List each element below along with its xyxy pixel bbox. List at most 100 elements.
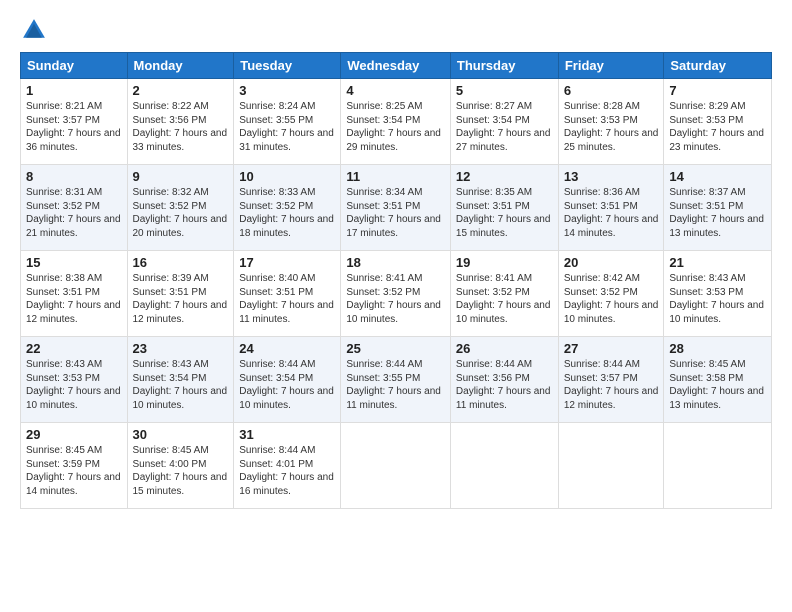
col-header-thursday: Thursday	[450, 53, 558, 79]
cell-info: Sunrise: 8:22 AMSunset: 3:56 PMDaylight:…	[133, 101, 228, 153]
calendar-cell: 9 Sunrise: 8:32 AMSunset: 3:52 PMDayligh…	[127, 165, 234, 251]
col-header-sunday: Sunday	[21, 53, 128, 79]
day-number: 23	[133, 341, 229, 356]
calendar-cell: 13 Sunrise: 8:36 AMSunset: 3:51 PMDaylig…	[558, 165, 664, 251]
cell-info: Sunrise: 8:31 AMSunset: 3:52 PMDaylight:…	[26, 187, 121, 239]
col-header-tuesday: Tuesday	[234, 53, 341, 79]
header-row: SundayMondayTuesdayWednesdayThursdayFrid…	[21, 53, 772, 79]
calendar-cell: 25 Sunrise: 8:44 AMSunset: 3:55 PMDaylig…	[341, 337, 451, 423]
cell-info: Sunrise: 8:38 AMSunset: 3:51 PMDaylight:…	[26, 273, 121, 325]
day-number: 14	[669, 169, 766, 184]
cell-info: Sunrise: 8:43 AMSunset: 3:54 PMDaylight:…	[133, 359, 228, 411]
day-number: 6	[564, 83, 659, 98]
week-row-5: 29 Sunrise: 8:45 AMSunset: 3:59 PMDaylig…	[21, 423, 772, 509]
calendar-cell: 11 Sunrise: 8:34 AMSunset: 3:51 PMDaylig…	[341, 165, 451, 251]
day-number: 18	[346, 255, 445, 270]
day-number: 20	[564, 255, 659, 270]
calendar-cell: 27 Sunrise: 8:44 AMSunset: 3:57 PMDaylig…	[558, 337, 664, 423]
cell-info: Sunrise: 8:41 AMSunset: 3:52 PMDaylight:…	[346, 273, 441, 325]
logo	[20, 16, 52, 44]
col-header-saturday: Saturday	[664, 53, 772, 79]
day-number: 7	[669, 83, 766, 98]
day-number: 29	[26, 427, 122, 442]
calendar-cell: 31 Sunrise: 8:44 AMSunset: 4:01 PMDaylig…	[234, 423, 341, 509]
day-number: 1	[26, 83, 122, 98]
calendar-cell	[450, 423, 558, 509]
calendar-cell: 6 Sunrise: 8:28 AMSunset: 3:53 PMDayligh…	[558, 79, 664, 165]
cell-info: Sunrise: 8:43 AMSunset: 3:53 PMDaylight:…	[26, 359, 121, 411]
cell-info: Sunrise: 8:21 AMSunset: 3:57 PMDaylight:…	[26, 101, 121, 153]
calendar-cell: 2 Sunrise: 8:22 AMSunset: 3:56 PMDayligh…	[127, 79, 234, 165]
col-header-wednesday: Wednesday	[341, 53, 451, 79]
calendar: SundayMondayTuesdayWednesdayThursdayFrid…	[20, 52, 772, 509]
calendar-cell: 4 Sunrise: 8:25 AMSunset: 3:54 PMDayligh…	[341, 79, 451, 165]
day-number: 27	[564, 341, 659, 356]
calendar-cell: 20 Sunrise: 8:42 AMSunset: 3:52 PMDaylig…	[558, 251, 664, 337]
calendar-cell	[664, 423, 772, 509]
calendar-cell: 14 Sunrise: 8:37 AMSunset: 3:51 PMDaylig…	[664, 165, 772, 251]
day-number: 16	[133, 255, 229, 270]
cell-info: Sunrise: 8:25 AMSunset: 3:54 PMDaylight:…	[346, 101, 441, 153]
day-number: 5	[456, 83, 553, 98]
calendar-cell: 1 Sunrise: 8:21 AMSunset: 3:57 PMDayligh…	[21, 79, 128, 165]
week-row-2: 8 Sunrise: 8:31 AMSunset: 3:52 PMDayligh…	[21, 165, 772, 251]
cell-info: Sunrise: 8:45 AMSunset: 3:59 PMDaylight:…	[26, 445, 121, 497]
cell-info: Sunrise: 8:33 AMSunset: 3:52 PMDaylight:…	[239, 187, 334, 239]
calendar-cell: 5 Sunrise: 8:27 AMSunset: 3:54 PMDayligh…	[450, 79, 558, 165]
cell-info: Sunrise: 8:41 AMSunset: 3:52 PMDaylight:…	[456, 273, 551, 325]
calendar-cell: 10 Sunrise: 8:33 AMSunset: 3:52 PMDaylig…	[234, 165, 341, 251]
cell-info: Sunrise: 8:44 AMSunset: 3:54 PMDaylight:…	[239, 359, 334, 411]
cell-info: Sunrise: 8:27 AMSunset: 3:54 PMDaylight:…	[456, 101, 551, 153]
cell-info: Sunrise: 8:44 AMSunset: 3:55 PMDaylight:…	[346, 359, 441, 411]
calendar-cell: 29 Sunrise: 8:45 AMSunset: 3:59 PMDaylig…	[21, 423, 128, 509]
day-number: 8	[26, 169, 122, 184]
calendar-cell: 19 Sunrise: 8:41 AMSunset: 3:52 PMDaylig…	[450, 251, 558, 337]
cell-info: Sunrise: 8:45 AMSunset: 3:58 PMDaylight:…	[669, 359, 764, 411]
cell-info: Sunrise: 8:36 AMSunset: 3:51 PMDaylight:…	[564, 187, 659, 239]
cell-info: Sunrise: 8:28 AMSunset: 3:53 PMDaylight:…	[564, 101, 659, 153]
cell-info: Sunrise: 8:35 AMSunset: 3:51 PMDaylight:…	[456, 187, 551, 239]
calendar-cell: 24 Sunrise: 8:44 AMSunset: 3:54 PMDaylig…	[234, 337, 341, 423]
day-number: 17	[239, 255, 335, 270]
calendar-cell: 28 Sunrise: 8:45 AMSunset: 3:58 PMDaylig…	[664, 337, 772, 423]
cell-info: Sunrise: 8:37 AMSunset: 3:51 PMDaylight:…	[669, 187, 764, 239]
calendar-cell: 18 Sunrise: 8:41 AMSunset: 3:52 PMDaylig…	[341, 251, 451, 337]
calendar-cell: 26 Sunrise: 8:44 AMSunset: 3:56 PMDaylig…	[450, 337, 558, 423]
week-row-3: 15 Sunrise: 8:38 AMSunset: 3:51 PMDaylig…	[21, 251, 772, 337]
day-number: 2	[133, 83, 229, 98]
cell-info: Sunrise: 8:44 AMSunset: 3:57 PMDaylight:…	[564, 359, 659, 411]
day-number: 31	[239, 427, 335, 442]
calendar-cell: 15 Sunrise: 8:38 AMSunset: 3:51 PMDaylig…	[21, 251, 128, 337]
calendar-cell: 8 Sunrise: 8:31 AMSunset: 3:52 PMDayligh…	[21, 165, 128, 251]
calendar-cell	[341, 423, 451, 509]
calendar-cell: 21 Sunrise: 8:43 AMSunset: 3:53 PMDaylig…	[664, 251, 772, 337]
day-number: 9	[133, 169, 229, 184]
calendar-cell: 23 Sunrise: 8:43 AMSunset: 3:54 PMDaylig…	[127, 337, 234, 423]
day-number: 4	[346, 83, 445, 98]
col-header-friday: Friday	[558, 53, 664, 79]
calendar-cell: 3 Sunrise: 8:24 AMSunset: 3:55 PMDayligh…	[234, 79, 341, 165]
day-number: 30	[133, 427, 229, 442]
cell-info: Sunrise: 8:45 AMSunset: 4:00 PMDaylight:…	[133, 445, 228, 497]
day-number: 11	[346, 169, 445, 184]
day-number: 28	[669, 341, 766, 356]
day-number: 13	[564, 169, 659, 184]
calendar-cell: 7 Sunrise: 8:29 AMSunset: 3:53 PMDayligh…	[664, 79, 772, 165]
week-row-1: 1 Sunrise: 8:21 AMSunset: 3:57 PMDayligh…	[21, 79, 772, 165]
cell-info: Sunrise: 8:43 AMSunset: 3:53 PMDaylight:…	[669, 273, 764, 325]
calendar-cell	[558, 423, 664, 509]
cell-info: Sunrise: 8:44 AMSunset: 3:56 PMDaylight:…	[456, 359, 551, 411]
day-number: 15	[26, 255, 122, 270]
cell-info: Sunrise: 8:40 AMSunset: 3:51 PMDaylight:…	[239, 273, 334, 325]
day-number: 24	[239, 341, 335, 356]
cell-info: Sunrise: 8:44 AMSunset: 4:01 PMDaylight:…	[239, 445, 334, 497]
day-number: 21	[669, 255, 766, 270]
header	[20, 16, 772, 44]
day-number: 3	[239, 83, 335, 98]
calendar-cell: 12 Sunrise: 8:35 AMSunset: 3:51 PMDaylig…	[450, 165, 558, 251]
calendar-cell: 22 Sunrise: 8:43 AMSunset: 3:53 PMDaylig…	[21, 337, 128, 423]
week-row-4: 22 Sunrise: 8:43 AMSunset: 3:53 PMDaylig…	[21, 337, 772, 423]
cell-info: Sunrise: 8:24 AMSunset: 3:55 PMDaylight:…	[239, 101, 334, 153]
cell-info: Sunrise: 8:39 AMSunset: 3:51 PMDaylight:…	[133, 273, 228, 325]
calendar-cell: 16 Sunrise: 8:39 AMSunset: 3:51 PMDaylig…	[127, 251, 234, 337]
